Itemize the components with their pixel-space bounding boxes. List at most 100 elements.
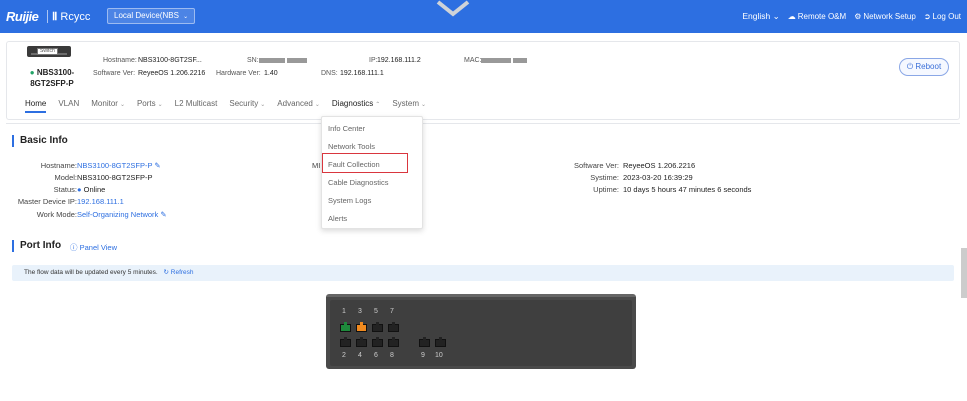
menu-item-system-logs[interactable]: System Logs (328, 196, 371, 205)
hostname-value: NBS3100-8GT2SF... (138, 57, 202, 64)
port-4[interactable] (356, 337, 367, 347)
sn-label: SN: (247, 57, 259, 64)
device-header-card: Switch ● NBS3100- 8GT2SFP-P Hostname: NB… (6, 41, 960, 120)
tab-advanced[interactable]: Advanced ⌄ (271, 98, 326, 112)
flow-data-notice-text: The flow data will be updated every 5 mi… (24, 269, 158, 276)
tab-security[interactable]: Security ⌄ (223, 98, 271, 112)
port-10[interactable] (435, 337, 446, 347)
menu-item-info-center[interactable]: Info Center (328, 124, 365, 133)
network-icon: ⚙ (854, 12, 862, 21)
language-select[interactable]: English ⌄ (742, 11, 779, 22)
master-device-ip-label: Master Device IP: (17, 197, 77, 206)
help-circle-icon: ⓘ (70, 243, 78, 252)
status-value: ● Online (77, 185, 105, 194)
uptime-value: 10 days 5 hours 47 minutes 6 seconds (623, 185, 752, 194)
edit-icon: ✎ (154, 161, 161, 170)
logo-divider (47, 10, 48, 23)
remote-om-label: Remote O&M (797, 12, 847, 21)
port-number: 6 (374, 352, 378, 359)
ip-value: 192.168.111.2 (377, 57, 421, 64)
reyee-logo: Ⅱ Rcycc (52, 10, 90, 23)
reyee-logo-mark: Ⅱ (52, 11, 58, 23)
tab-monitor[interactable]: Monitor ⌄ (85, 98, 131, 112)
work-mode-link[interactable]: Self-Organizing Network ✎ (77, 210, 167, 219)
port-6[interactable] (372, 337, 383, 347)
flow-data-notice: The flow data will be updated every 5 mi… (12, 265, 954, 281)
tab-vlan-label: VLAN (58, 99, 80, 108)
chevron-down-icon: ⌄ (420, 102, 427, 108)
hostname-info-value: NBS3100-8GT2SFP-P (77, 161, 153, 170)
tab-system[interactable]: System ⌄ (386, 98, 432, 112)
tab-diagnostics-label: Diagnostics (331, 99, 374, 108)
logout-icon: ➲ (923, 12, 931, 21)
port-7[interactable] (388, 322, 399, 332)
mac-value-redacted (481, 57, 527, 64)
network-setup-label: Network Setup (863, 12, 916, 21)
status-dot-icon: ● (77, 185, 82, 194)
systime-value: 2023-03-20 16:39:29 (623, 173, 693, 182)
logout-link[interactable]: ➲ Log Out (924, 12, 961, 21)
cloud-icon: ☁ (787, 12, 796, 21)
chevron-down-icon: ⌄ (772, 11, 780, 21)
port-9[interactable] (419, 337, 430, 347)
device-name-line2: 8GT2SFP-P (30, 79, 74, 88)
uptime-label: Uptime: (593, 185, 619, 194)
chevron-down-icon: ⌄ (260, 102, 266, 108)
chevron-up-icon: ⌃ (375, 102, 381, 108)
port-number: 9 (421, 352, 425, 359)
tab-home-label: Home (25, 99, 47, 108)
menu-item-alerts[interactable]: Alerts (328, 214, 347, 223)
tab-vlan[interactable]: VLAN (52, 98, 85, 112)
port-number: 4 (358, 352, 362, 359)
port-8[interactable] (388, 337, 399, 347)
port-2[interactable] (340, 337, 351, 347)
tab-diagnostics[interactable]: Diagnostics ⌃ (326, 98, 386, 112)
diagnostics-dropdown: Info Center Network Tools Fault Collecti… (321, 116, 423, 229)
hardware-ver-value: 1.40 (264, 70, 278, 77)
main-nav: Home VLAN Monitor ⌄ Ports ⌄ L2 Multicast S… (19, 98, 432, 113)
scrollbar[interactable] (961, 248, 967, 298)
tab-system-label: System (392, 99, 419, 108)
software-ver-label: Software Ver: (93, 70, 136, 77)
panel-view-link[interactable]: ⓘ Panel View (70, 242, 117, 253)
remote-om-link[interactable]: ☁ Remote O&M (788, 12, 846, 21)
device-name-line1: NBS3100- (36, 68, 75, 77)
network-setup-link[interactable]: ⚙ Network Setup (854, 12, 916, 21)
tab-security-label: Security (229, 99, 259, 108)
mac-label: MAC: (464, 57, 482, 64)
hostname-info-link[interactable]: NBS3100-8GT2SFP-P ✎ (77, 161, 161, 170)
refresh-icon: ↻ (163, 269, 169, 276)
reyee-logo-text: Rcycc (60, 11, 91, 23)
port-number: 2 (342, 352, 346, 359)
reboot-button[interactable]: ⏻ Reboot (899, 58, 949, 76)
mi-label-partial: MI (312, 161, 321, 170)
sn-value-redacted (259, 57, 307, 64)
power-icon: ⏻ (906, 62, 914, 71)
refresh-label: Refresh (170, 269, 194, 276)
port-number: 5 (374, 308, 378, 315)
port-1[interactable] (340, 322, 351, 332)
model-value: NBS3100-8GT2SFP-P (77, 173, 153, 182)
tab-ports[interactable]: Ports ⌄ (131, 98, 169, 112)
master-device-ip-link[interactable]: 192.168.111.1 (77, 197, 124, 206)
refresh-link[interactable]: ↻ Refresh (164, 269, 194, 276)
tab-home[interactable]: Home (19, 98, 52, 113)
device-model-name: ● NBS3100- 8GT2SFP-P (26, 67, 78, 89)
menu-item-network-tools[interactable]: Network Tools (328, 142, 375, 151)
tab-l2-multicast[interactable]: L2 Multicast (169, 98, 224, 112)
tab-advanced-label: Advanced (277, 99, 313, 108)
device-select[interactable]: Local Device(NBS ⌄ (107, 8, 196, 24)
software-ver-info-label: Software Ver: (573, 161, 619, 170)
menu-item-cable-diagnostics[interactable]: Cable Diagnostics (328, 178, 388, 187)
port-3[interactable] (356, 322, 367, 332)
model-label: Model: (54, 173, 77, 182)
hostname-info-label: Hostname: (40, 161, 77, 170)
chevron-down-icon: ⌄ (314, 102, 320, 108)
logout-label: Log Out (932, 12, 961, 21)
basic-info-title: Basic Info (12, 135, 68, 147)
port-number: 1 (342, 308, 346, 315)
port-5[interactable] (372, 322, 383, 332)
main-content: Basic Info Hostname: NBS3100-8GT2SFP-P ✎… (6, 123, 960, 401)
hostname-label: Hostname: (103, 57, 137, 64)
chevron-down-icon: ⌄ (157, 102, 163, 108)
